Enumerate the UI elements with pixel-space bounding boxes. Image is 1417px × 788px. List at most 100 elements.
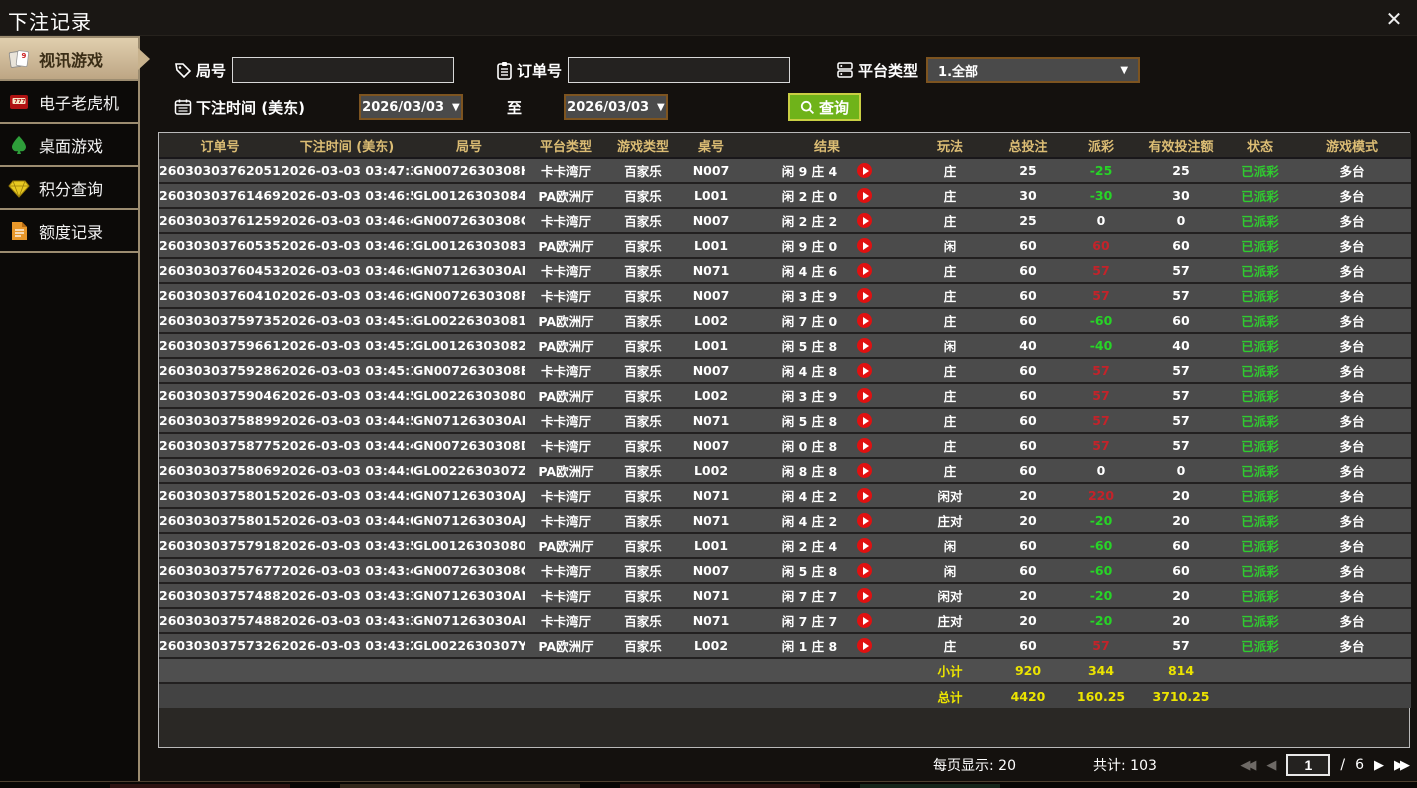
cell-valid-bet: 57 [1135,408,1227,434]
cell-platform-type: 卡卡湾厅 [525,608,607,634]
cell-game-type: 百家乐 [607,633,679,659]
cell-game-mode: 多台 [1293,458,1411,484]
search-button[interactable]: 查询 [787,93,861,121]
cell-game-no: GN0072630308H [413,158,525,184]
replay-video-icon[interactable] [857,263,873,278]
cell-platform-type: 卡卡湾厅 [525,283,607,309]
cell-game-mode: 多台 [1293,433,1411,459]
order-no-label: 订单号 [517,61,563,80]
cell-bet-time: 2026-03-03 03:44:05 [281,483,413,509]
cell-game-type: 百家乐 [607,183,679,209]
replay-video-icon[interactable] [857,463,873,478]
platform-type-select[interactable]: 1.全部 ▼ [926,57,1141,83]
column-header: 派彩 [1067,133,1135,159]
cell-order-no: 260303037580157 [159,508,281,534]
cell-bet-time: 2026-03-03 03:44:07 [281,458,413,484]
to-label: 至 [506,98,522,117]
table-row: 260303037612591 2026-03-03 03:46:49 GN0072… [159,208,1411,234]
cell-payout: -60 [1067,533,1135,559]
cell-game-no: GN0072630308E [413,358,525,384]
cell-game-no: GL00126303082 [413,333,525,359]
cell-game-no: GN071263030AI [413,608,525,634]
date-to-select[interactable]: 2026/03/03 ▼ [563,94,668,120]
cell-game-type: 百家乐 [607,333,679,359]
cell-order-no: 260303037604102 [159,283,281,309]
cell-total-bet: 25 [989,208,1067,234]
subtotal-row: 小计 920 344 814 [159,658,1411,684]
cell-bet-time: 2026-03-03 03:43:29 [281,633,413,659]
replay-video-icon[interactable] [857,363,873,378]
replay-video-icon[interactable] [857,638,873,653]
cell-result: 闲 4 庄 2 [743,508,911,534]
replay-video-icon[interactable] [857,388,873,403]
replay-video-icon[interactable] [857,288,873,303]
sidebar-item-1[interactable]: 9 视讯游戏 [0,38,150,81]
sidebar-item-4[interactable]: 积分查询 [0,167,138,210]
page-number-input[interactable] [1286,754,1331,776]
cell-result: 闲 1 庄 8 [743,633,911,659]
cell-valid-bet: 0 [1135,208,1227,234]
cell-status: 已派彩 [1227,533,1293,559]
replay-video-icon[interactable] [857,613,873,628]
cell-bet-time: 2026-03-03 03:44:46 [281,433,413,459]
cell-status: 已派彩 [1227,508,1293,534]
cell-platform-type: PA欧洲厅 [525,333,607,359]
cell-result: 闲 3 庄 9 [743,383,911,409]
quota-document-icon [8,220,30,242]
cell-bet-time: 2026-03-03 03:46:49 [281,208,413,234]
replay-video-icon[interactable] [857,188,873,203]
cell-game-no: GL0022630307Z [413,458,525,484]
cell-table-no: N071 [679,258,743,284]
cell-table-no: L002 [679,458,743,484]
cell-game-no: GN0072630308D [413,433,525,459]
cell-result: 闲 7 庄 7 [743,608,911,634]
cell-play-type: 庄 [911,308,989,334]
result-text: 闲 7 庄 7 [781,589,838,604]
cell-status: 已派彩 [1227,283,1293,309]
game-no-input[interactable] [232,57,455,83]
column-header: 总投注 [989,133,1067,159]
prev-page-icon[interactable]: ◀ [1266,758,1276,773]
cell-valid-bet: 0 [1135,458,1227,484]
cell-total-bet: 60 [989,433,1067,459]
cell-table-no: L001 [679,533,743,559]
order-no-input[interactable] [568,57,791,83]
replay-video-icon[interactable] [857,213,873,228]
replay-video-icon[interactable] [857,563,873,578]
replay-video-icon[interactable] [857,338,873,353]
replay-video-icon[interactable] [857,313,873,328]
sidebar-item-5[interactable]: 额度记录 [0,210,138,253]
cell-table-no: L001 [679,183,743,209]
cell-play-type: 闲对 [911,583,989,609]
cell-status: 已派彩 [1227,583,1293,609]
replay-video-icon[interactable] [857,238,873,253]
cell-payout: 0 [1067,458,1135,484]
cell-bet-time: 2026-03-03 03:45:11 [281,358,413,384]
replay-video-icon[interactable] [857,538,873,553]
replay-video-icon[interactable] [857,413,873,428]
sidebar-item-label: 视讯游戏 [39,50,104,70]
cell-valid-bet: 57 [1135,633,1227,659]
replay-video-icon[interactable] [857,513,873,528]
cell-payout: 57 [1067,433,1135,459]
sidebar-item-3[interactable]: 桌面游戏 [0,124,138,167]
last-page-icon[interactable]: ▶▶ [1394,758,1410,773]
replay-video-icon[interactable] [857,438,873,453]
cell-payout: -30 [1067,183,1135,209]
replay-video-icon[interactable] [857,163,873,178]
cell-valid-bet: 20 [1135,583,1227,609]
cell-table-no: N007 [679,208,743,234]
cell-bet-time: 2026-03-03 03:46:10 [281,233,413,259]
cell-order-no: 260303037573268 [159,633,281,659]
cell-play-type: 庄 [911,183,989,209]
replay-video-icon[interactable] [857,588,873,603]
cell-game-no: GL00226303080 [413,383,525,409]
close-icon[interactable]: ✕ [1381,6,1407,32]
replay-video-icon[interactable] [857,488,873,503]
date-from-select[interactable]: 2026/03/03 ▼ [358,94,463,120]
sidebar-item-2[interactable]: 777 电子老虎机 [0,81,138,124]
next-page-icon[interactable]: ▶ [1374,758,1384,773]
first-page-icon[interactable]: ◀◀ [1240,758,1256,773]
cell-platform-type: PA欧洲厅 [525,383,607,409]
page-size-text: 每页显示: 20 [933,758,1016,774]
